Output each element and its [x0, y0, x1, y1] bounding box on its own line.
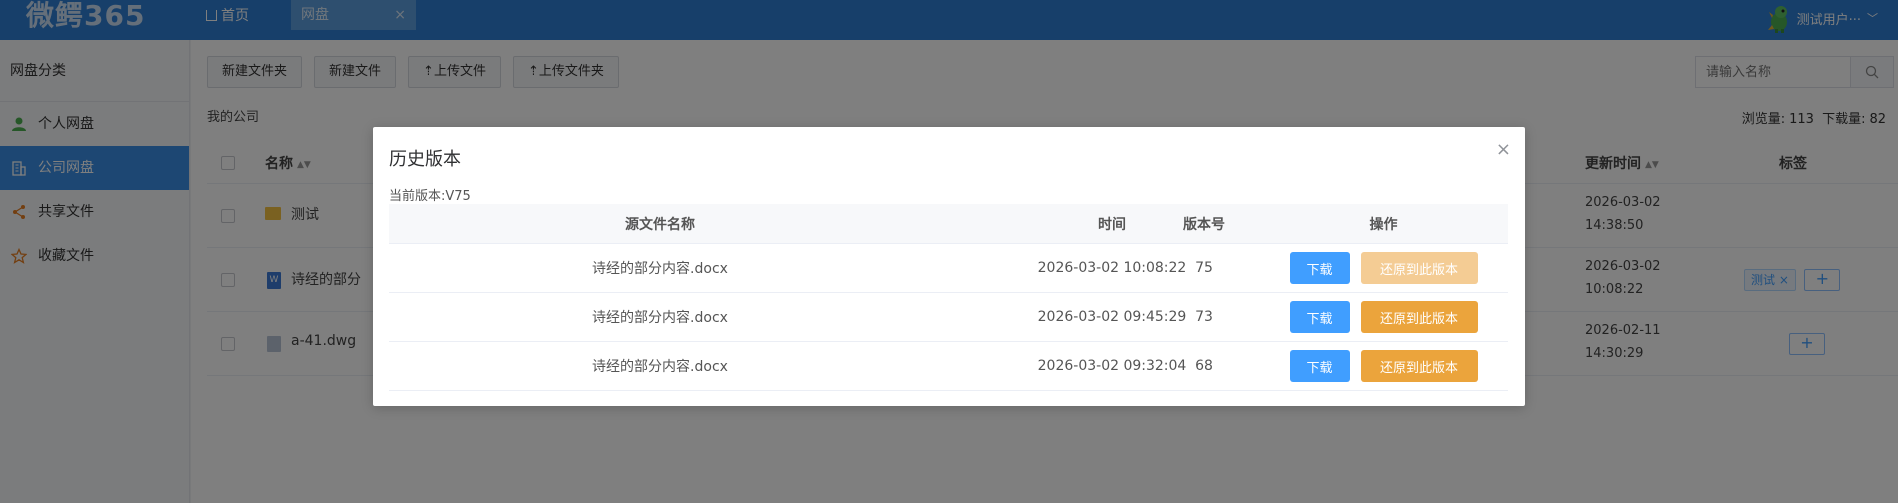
- col-action: 操作: [1369, 216, 1398, 233]
- version-table-header: 源文件名称 时间 版本号 操作: [389, 204, 1508, 244]
- download-button[interactable]: 下载: [1289, 350, 1350, 382]
- version-actions: 下载 还原到此版本: [1259, 342, 1508, 390]
- current-version-label: 当前版本:: [389, 189, 446, 204]
- col-source-name: 源文件名称: [625, 216, 695, 233]
- version-file-name: 诗经的部分内容.docx: [592, 261, 728, 277]
- version-row: 诗经的部分内容.docx 2026-03-02 09:32:04 68 下载 还…: [389, 342, 1508, 391]
- current-version-value: V75: [445, 189, 471, 204]
- version-file-name: 诗经的部分内容.docx: [592, 359, 728, 375]
- version-row: 诗经的部分内容.docx 2026-03-02 10:08:22 75 下载 还…: [389, 244, 1508, 293]
- version-file-name: 诗经的部分内容.docx: [592, 310, 728, 326]
- version-actions: 下载 还原到此版本: [1259, 244, 1508, 292]
- version-actions: 下载 还原到此版本: [1259, 293, 1508, 341]
- restore-version-button: 还原到此版本: [1360, 252, 1478, 284]
- history-version-dialog: 历史版本 × 当前版本:V75 源文件名称 时间 版本号 操作 诗经的部分内容.…: [373, 127, 1525, 406]
- close-icon[interactable]: ×: [1496, 139, 1511, 160]
- download-button[interactable]: 下载: [1289, 252, 1350, 284]
- restore-version-button[interactable]: 还原到此版本: [1360, 350, 1478, 382]
- download-button[interactable]: 下载: [1289, 301, 1350, 333]
- version-table: 源文件名称 时间 版本号 操作 诗经的部分内容.docx 2026-03-02 …: [389, 204, 1508, 391]
- dialog-title: 历史版本: [389, 149, 461, 170]
- restore-version-button[interactable]: 还原到此版本: [1360, 301, 1478, 333]
- current-version: 当前版本:V75: [389, 185, 471, 204]
- version-row: 诗经的部分内容.docx 2026-03-02 09:45:29 73 下载 还…: [389, 293, 1508, 342]
